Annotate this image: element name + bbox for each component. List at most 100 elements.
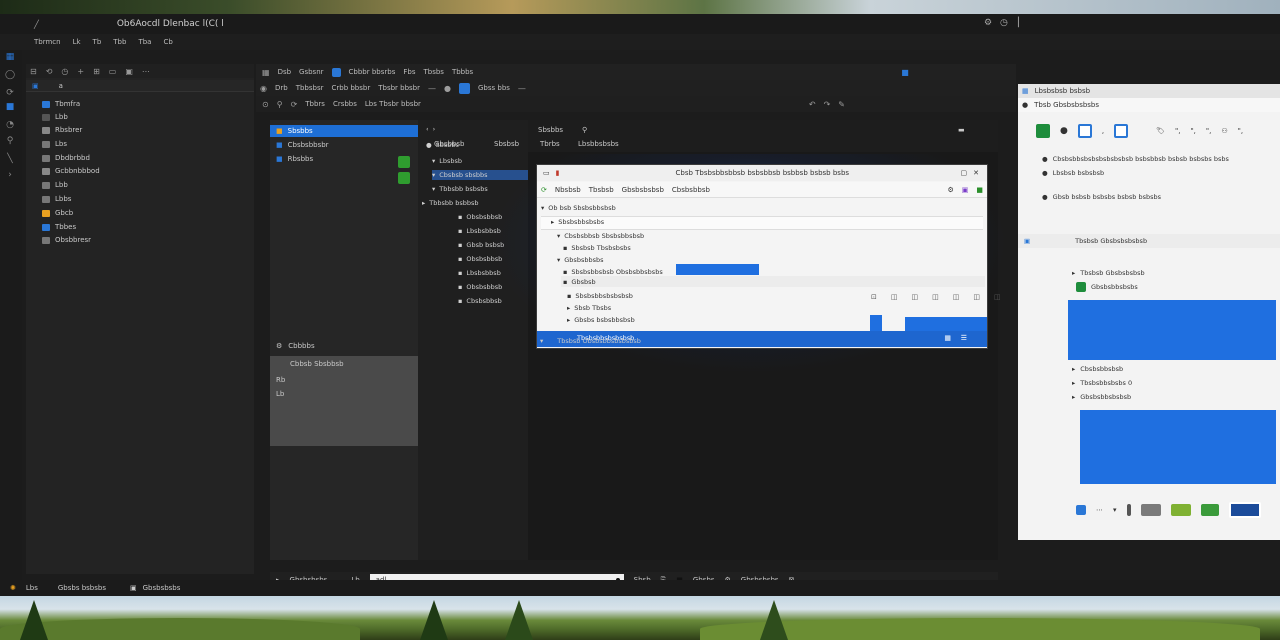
toolbar-button[interactable]: Dsb xyxy=(278,68,291,76)
chevron-right-icon[interactable]: › xyxy=(433,125,436,133)
history-icon[interactable]: ◷ xyxy=(61,67,68,76)
dialog-line[interactable]: ▪ Gbsbsb xyxy=(563,277,596,287)
close-icon[interactable]: ▏ xyxy=(1018,18,1025,28)
dialog-toolbar-button[interactable]: Gbsbsbsbsb xyxy=(622,186,664,194)
pin-icon[interactable]: ■ xyxy=(901,68,909,77)
mark-icon[interactable]: ", xyxy=(1175,127,1180,135)
right-panel-row[interactable]: ▸ Tbsbsbbsbsbs 0 xyxy=(1072,378,1132,388)
expand-icon[interactable]: ▣ xyxy=(962,186,969,194)
expand-icon[interactable]: ⊞ xyxy=(93,67,100,76)
left-panel-item[interactable]: Lbs xyxy=(42,138,67,150)
tree-row[interactable]: ▸ Tbbsbb bsbbsb xyxy=(422,198,478,208)
dot-icon[interactable]: ● xyxy=(444,84,451,93)
tree-row[interactable]: ▾ Lbsbsb xyxy=(432,156,462,166)
search-icon[interactable]: ◯ xyxy=(5,70,15,80)
selected-swatch-icon[interactable] xyxy=(1228,502,1261,518)
link-icon[interactable]: ⚲ xyxy=(277,100,283,109)
menu-item[interactable]: Cb xyxy=(163,38,172,46)
grid-icon[interactable]: ▦ xyxy=(944,334,951,342)
green-action-icon[interactable] xyxy=(1036,124,1050,138)
left-panel-item[interactable]: Lbb xyxy=(42,179,68,191)
dialog-line[interactable]: ▾ Cbsbsbbsb Sbsbsbbsbsb xyxy=(557,231,644,241)
blue-action-icon[interactable] xyxy=(331,67,341,77)
settings-icon[interactable]: ⚙ xyxy=(276,342,282,350)
right-panel-row[interactable]: ▸ Cbsbsbbsbsb xyxy=(1072,364,1123,374)
explorer-footer-item[interactable]: Cbbsb Sbsbbsb xyxy=(290,360,344,368)
dialog-line[interactable]: ▸ Sbsb Tbsbs xyxy=(567,303,611,313)
toolbar-button[interactable]: Tbbbs xyxy=(452,68,473,76)
stop-icon[interactable]: ⊙ xyxy=(262,100,269,109)
menu-item[interactable]: Lk xyxy=(73,38,81,46)
toolbar-button[interactable]: Fbs xyxy=(403,68,415,76)
left-panel-item[interactable]: Gcbbnbbbod xyxy=(42,165,100,177)
toolbar-button[interactable]: Cbbbr bbsrbs xyxy=(349,68,396,76)
layout-icon[interactable]: ▣ xyxy=(125,67,133,76)
toolbar-button[interactable]: Tbsbr bbsbr xyxy=(378,84,420,92)
left-panel-item[interactable]: Dbdbrbbd xyxy=(42,152,90,164)
settings-icon[interactable]: ⚙ xyxy=(947,186,953,194)
dialog-line[interactable]: ▾ Gbsbsbbsbs xyxy=(557,255,603,265)
status-icon[interactable]: ■ xyxy=(976,186,983,194)
right-panel-row[interactable]: ● Gbsb bsbsb bsbsbs bsbsb bsbsbs xyxy=(1042,192,1161,202)
blue-action-icon[interactable] xyxy=(1076,505,1086,515)
comma-icon[interactable]: , xyxy=(1102,127,1104,135)
right-panel-row[interactable]: ▸ Gbsbsbbsbsbsb xyxy=(1072,392,1131,402)
extensions-icon[interactable]: ■ xyxy=(5,102,15,112)
mark-icon[interactable]: ", xyxy=(1190,127,1195,135)
right-panel-row[interactable]: Gbsbsbbsbsbs xyxy=(1076,282,1138,292)
toolbar-button[interactable]: Gsbsnr xyxy=(299,68,323,76)
left-panel-item[interactable]: Rbsbrer xyxy=(42,124,82,136)
gray-swatch-icon[interactable] xyxy=(1140,504,1161,516)
explorer-item[interactable]: ■ Cbsbsbbsbr xyxy=(270,139,418,151)
status-item[interactable]: Gbsbsbsbs xyxy=(143,584,181,592)
dots-icon[interactable]: ⋯ xyxy=(1096,506,1103,514)
dialog-toolbar-button[interactable]: Nbsbsb xyxy=(555,186,581,194)
blue-frame-icon[interactable] xyxy=(1114,124,1129,138)
dash-icon[interactable]: — xyxy=(518,84,526,93)
chevron-left-icon[interactable]: ‹ xyxy=(426,125,429,133)
compose-icon[interactable]: ✎ xyxy=(838,100,845,109)
dialog-toolbar-button[interactable]: Cbsbsbbsb xyxy=(672,186,710,194)
back-icon[interactable]: ↶ xyxy=(809,100,816,109)
explorer-icon[interactable]: ▦ xyxy=(5,52,15,62)
circle-icon[interactable]: ● xyxy=(1060,126,1068,136)
explorer-item[interactable]: ■ Sbsbbs xyxy=(270,125,418,137)
menu-item[interactable]: Tbrmcn xyxy=(34,38,61,46)
run-icon[interactable]: › xyxy=(5,170,15,180)
chevron-down-icon[interactable]: ▾ xyxy=(1113,506,1117,514)
left-panel-search[interactable]: ▣ a xyxy=(26,80,254,92)
tab-sbsbbs[interactable]: Sbsbbs xyxy=(538,126,563,134)
close-icon[interactable]: ✕ xyxy=(973,169,979,177)
left-panel-item[interactable]: Tbmfra xyxy=(42,98,80,110)
menu-item[interactable]: Tba xyxy=(138,38,151,46)
tab-tbrbs[interactable]: Tbrbs xyxy=(540,140,560,148)
forward-icon[interactable]: ↷ xyxy=(824,100,831,109)
grid-icon[interactable]: ▦ xyxy=(262,68,270,77)
pin-icon[interactable]: ⚲ xyxy=(5,136,15,146)
mark-icon[interactable]: ", xyxy=(1206,127,1211,135)
tab-sbsbsb[interactable]: Sbsbsb xyxy=(494,140,519,148)
left-panel-item[interactable]: Obsbbresr xyxy=(42,234,91,246)
menu-item[interactable]: Tbb xyxy=(113,38,126,46)
restore-icon[interactable]: ▢ xyxy=(961,169,968,177)
right-panel-row[interactable]: ● Cbsbsbbsbsbsbsbsbsbsb bsbsbbsb bsbsb b… xyxy=(1042,154,1229,164)
status-item[interactable]: Lbs xyxy=(26,584,38,592)
source-control-icon[interactable]: ⟳ xyxy=(5,88,15,98)
toolbar-button[interactable]: Crbb bbsbr xyxy=(331,84,370,92)
right-panel-row[interactable]: ▣ Tbsbsb Gbsbsbsbsbsb xyxy=(1024,236,1147,246)
status-item[interactable]: Gbsbs bsbsbs xyxy=(58,584,106,592)
pin-icon[interactable]: ⚲ xyxy=(582,126,587,134)
green-swatch-icon[interactable] xyxy=(1170,504,1191,516)
dialog-toolbar-button[interactable]: Tbsbsb xyxy=(589,186,614,194)
collapse-icon[interactable]: ▭ xyxy=(109,67,117,76)
refresh-icon[interactable]: ⟳ xyxy=(291,100,298,109)
dialog-line[interactable]: ▾ Ob bsb Sbsbsbbsbsb xyxy=(541,203,616,213)
dialog-line[interactable]: ▪ Sbsbsbbsbsbsbsb xyxy=(567,291,633,301)
tab-gbsbbsb[interactable]: Gbsbbsb xyxy=(434,140,465,148)
minimize-icon[interactable]: ▬ xyxy=(958,126,965,134)
list-icon[interactable]: ☰ xyxy=(961,334,967,342)
toolbar-button[interactable]: Tbbrs xyxy=(305,100,325,108)
left-panel-item[interactable]: Lbbs xyxy=(42,193,71,205)
dash-icon[interactable]: — xyxy=(428,84,436,93)
left-panel-item[interactable]: Lbb xyxy=(42,111,68,123)
